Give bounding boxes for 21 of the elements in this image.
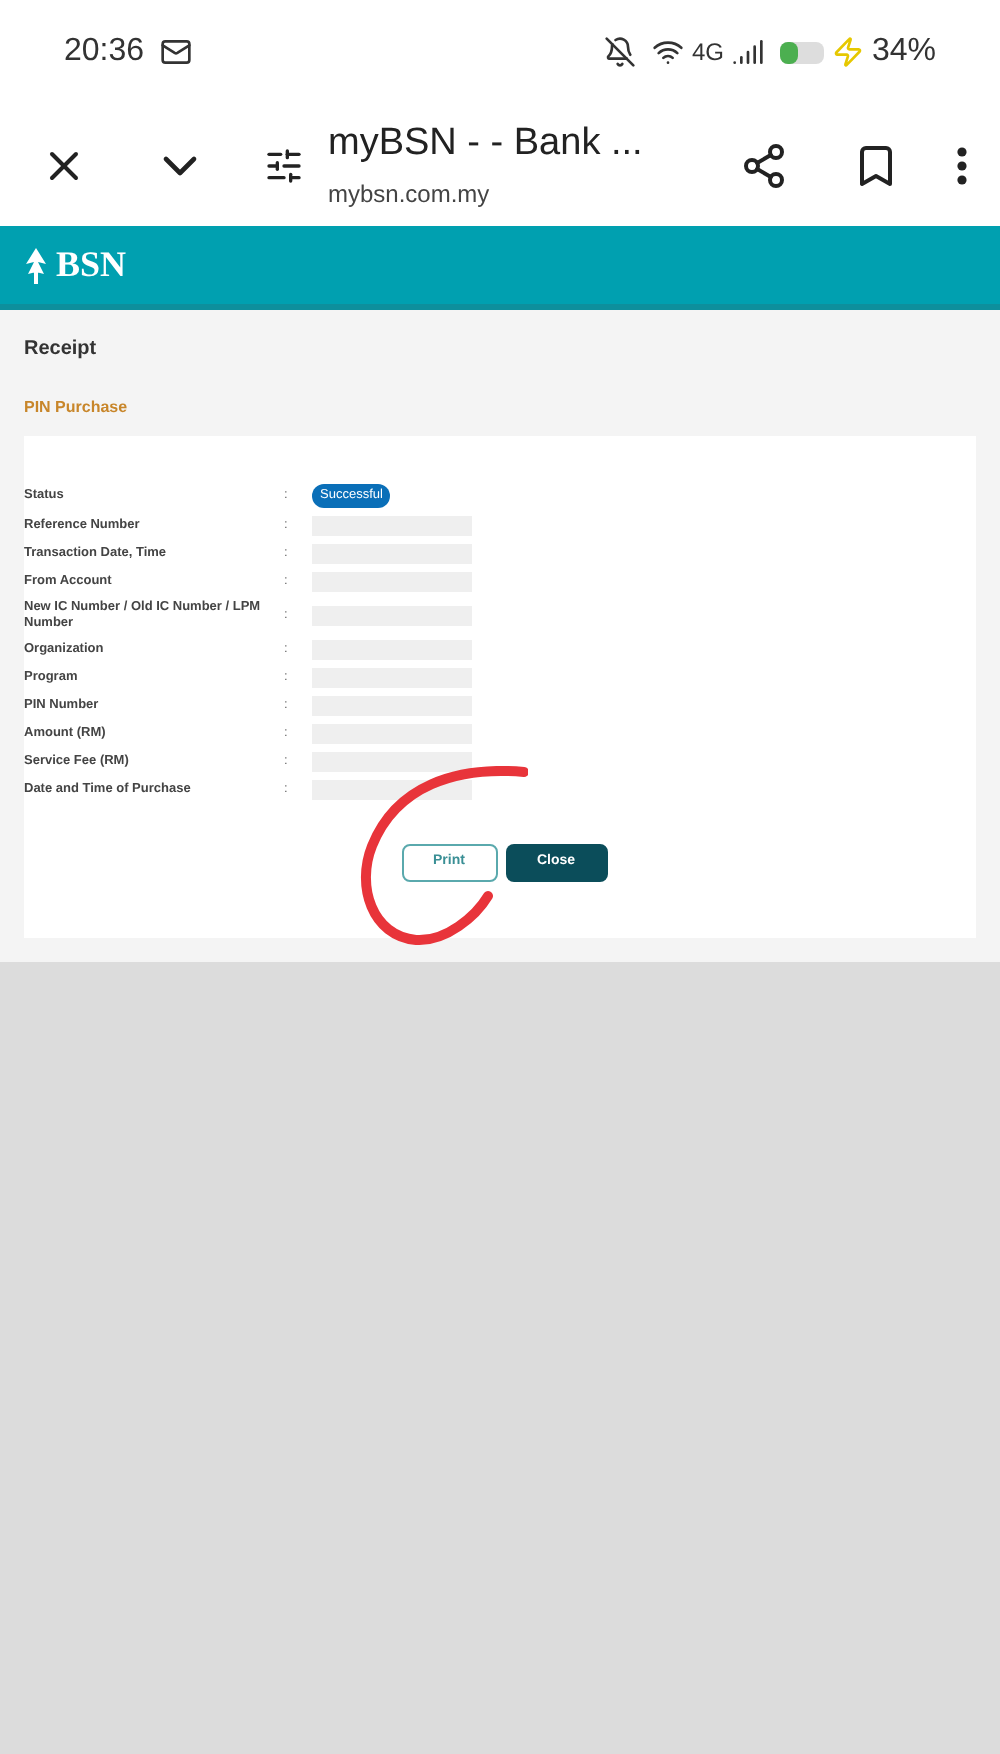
battery-icon <box>779 41 824 63</box>
signal-icon <box>731 36 764 68</box>
share-button[interactable] <box>740 141 788 189</box>
clock: 20:36 <box>64 32 145 72</box>
share-icon <box>740 141 788 189</box>
section-title: PIN Purchase <box>24 396 130 420</box>
logo-text: BSN <box>56 242 127 288</box>
sliders-icon <box>264 145 304 185</box>
battery-level: 34% <box>871 32 936 72</box>
bell-off-icon <box>603 36 636 68</box>
menu-icon <box>956 145 968 185</box>
charging-icon <box>831 36 864 68</box>
tree-icon <box>24 247 48 283</box>
settings-button[interactable] <box>264 145 304 185</box>
wifi-icon <box>651 36 684 68</box>
page-title: myBSN - - Bank ... <box>328 119 643 167</box>
menu-button[interactable] <box>956 145 968 185</box>
url: mybsn.com.my <box>328 177 492 211</box>
receipt-title: Receipt <box>24 336 99 364</box>
mail-icon <box>160 36 193 68</box>
network-type: 4G <box>691 36 724 70</box>
